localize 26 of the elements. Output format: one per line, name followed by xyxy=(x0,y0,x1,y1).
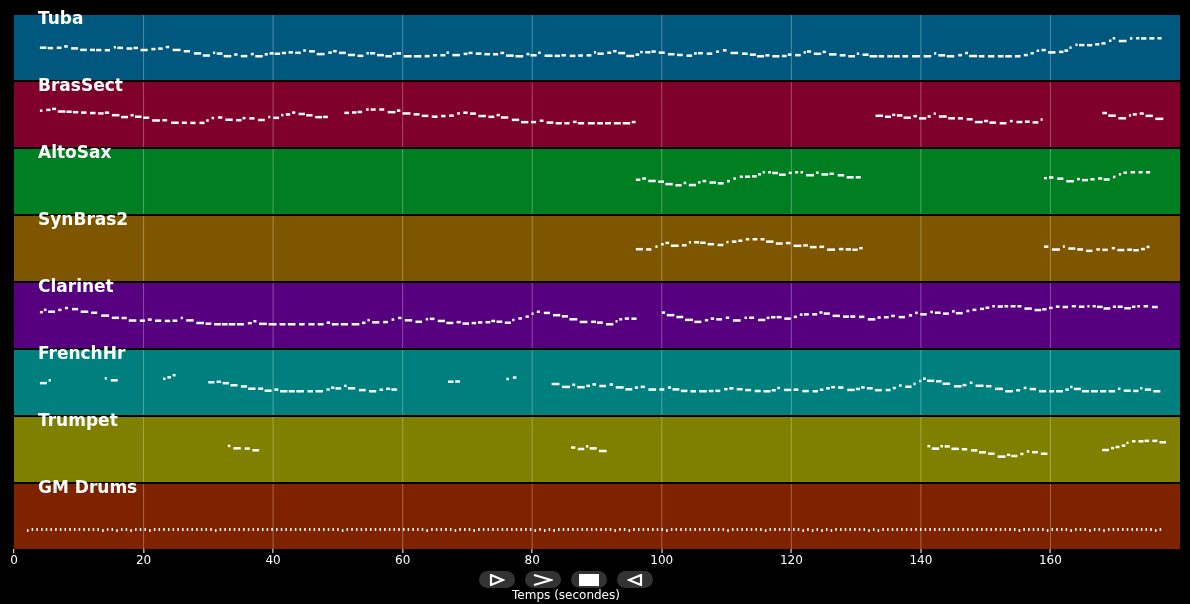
axis-tick-label: 0 xyxy=(10,553,18,567)
axis-tick-label: 40 xyxy=(265,553,281,567)
track-name: Tuba xyxy=(38,8,84,28)
axis-tick-label: 20 xyxy=(135,553,152,567)
track-name: BrasSect xyxy=(38,75,123,95)
back-button[interactable] xyxy=(617,571,653,588)
track-name: SynBras2 xyxy=(38,209,129,229)
track-name: AltoSax xyxy=(38,142,112,162)
axis-tick-label: 160 xyxy=(1039,553,1062,567)
axis-tick-label: 140 xyxy=(909,553,933,567)
play-icon xyxy=(489,573,505,586)
track-name: Clarinet xyxy=(38,276,114,296)
play-button[interactable] xyxy=(479,571,515,588)
axis-tick-label: 120 xyxy=(779,553,803,567)
axis-tick-label: 60 xyxy=(395,553,411,567)
axis-tick-label: 100 xyxy=(650,553,674,567)
back-icon xyxy=(627,573,643,586)
axis-tick-label: 80 xyxy=(524,553,540,567)
track-name: FrenchHr xyxy=(38,343,126,363)
axis-label: Temps (secondes) xyxy=(512,588,620,603)
stop-button[interactable] xyxy=(571,571,607,588)
track-name: Trumpet xyxy=(38,410,118,430)
stop-icon xyxy=(579,573,599,586)
chevron-right-icon xyxy=(533,573,553,586)
track-name: GM Drums xyxy=(38,477,138,497)
forward-button[interactable] xyxy=(525,571,561,588)
